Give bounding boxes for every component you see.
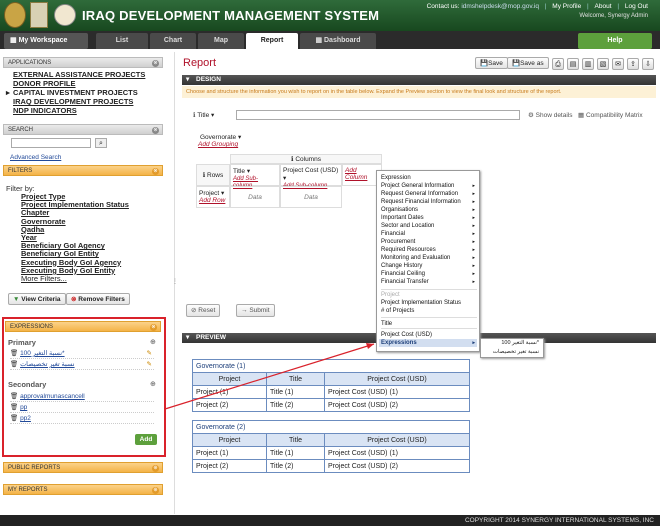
menu-item[interactable]: # of Projects: [381, 307, 477, 315]
menu-item[interactable]: Financial Transfer ▸: [381, 278, 477, 286]
submenu-arrow-icon: ▸: [472, 207, 475, 213]
menu-item[interactable]: Title: [381, 320, 477, 328]
menu-item-disabled: Project: [381, 292, 400, 298]
menu-item[interactable]: Expression: [381, 174, 477, 182]
submenu-item[interactable]: نسبة تغير تخصيصات: [481, 348, 543, 357]
menu-item[interactable]: Project General Information ▸: [381, 182, 477, 190]
menu-item[interactable]: Project Cost (USD): [381, 331, 477, 339]
submenu-arrow-icon: ▸: [472, 255, 475, 261]
submenu-arrow-icon: ▸: [472, 231, 475, 237]
menu-item[interactable]: Organisations ▸: [381, 206, 477, 214]
submenu-arrow-icon: ▸: [472, 247, 475, 253]
menu-item[interactable]: Financial Ceiling ▸: [381, 270, 477, 278]
expressions-submenu: نسبة التغير 100* نسبة تغير تخصيصات: [480, 338, 544, 358]
menu-item[interactable]: Change History ▸: [381, 262, 477, 270]
submenu-arrow-icon: ▸: [472, 340, 475, 346]
menu-item[interactable]: Request General Information ▸: [381, 190, 477, 198]
submenu-arrow-icon: ▸: [472, 215, 475, 221]
menu-item[interactable]: Important Dates ▸: [381, 214, 477, 222]
submenu-arrow-icon: ▸: [472, 183, 475, 189]
menu-item[interactable]: Monitoring and Evaluation ▸: [381, 254, 477, 262]
menu-item[interactable]: Required Resources ▸: [381, 246, 477, 254]
column-context-menu: Expression Project General Information ▸ …: [376, 170, 480, 352]
submenu-arrow-icon: ▸: [472, 279, 475, 285]
submenu-arrow-icon: ▸: [472, 263, 475, 269]
submenu-arrow-icon: ▸: [472, 271, 475, 277]
submenu-item[interactable]: نسبة التغير 100*: [481, 339, 543, 348]
submenu-arrow-icon: ▸: [472, 191, 475, 197]
footer: COPYRIGHT 2014 SYNERGY INTERNATIONAL SYS…: [0, 515, 660, 526]
menu-item-expressions[interactable]: Expressions ▸: [379, 339, 477, 347]
menu-item[interactable]: Financial ▸: [381, 230, 477, 238]
submenu-arrow-icon: ▸: [472, 199, 475, 205]
submenu-arrow-icon: ▸: [472, 223, 475, 229]
menu-item[interactable]: Request Financial Information ▸: [381, 198, 477, 206]
submenu-arrow-icon: ▸: [472, 239, 475, 245]
menu-item[interactable]: Sector and Location ▸: [381, 222, 477, 230]
menu-item[interactable]: Project Implementation Status: [381, 299, 477, 307]
annotation-arrow: [164, 343, 375, 410]
menu-item[interactable]: Procurement ▸: [381, 238, 477, 246]
